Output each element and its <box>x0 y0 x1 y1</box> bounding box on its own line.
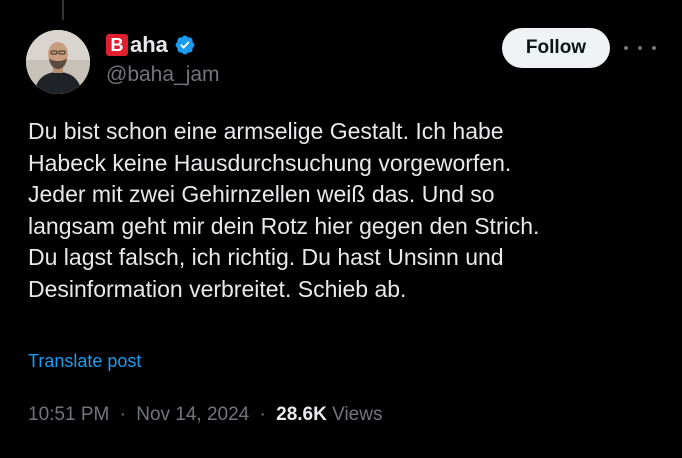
meta-separator: · <box>259 404 266 425</box>
more-dot <box>624 46 628 50</box>
more-dot <box>652 46 656 50</box>
tweet-date[interactable]: Nov 14, 2024 <box>136 404 249 425</box>
thread-connector-line <box>62 0 64 20</box>
brand-logo-letter: B <box>106 34 128 56</box>
author-name-row[interactable]: B aha <box>106 32 196 58</box>
follow-button[interactable]: Follow <box>502 28 610 68</box>
views-count[interactable]: 28.6K <box>276 404 327 425</box>
tweet-text-line: Du bist schon eine armselige Gestalt. Ic… <box>28 118 504 144</box>
tweet-text-line: langsam geht mir dein Rotz hier gegen de… <box>28 212 540 239</box>
avatar-image <box>26 30 90 94</box>
tweet-meta: 10:51 PM · Nov 14, 2024 · 28.6K Views <box>28 402 382 428</box>
tweet-text: Du bist schon eine armselige Gestalt. Ic… <box>28 116 668 305</box>
author-display-name: aha <box>130 32 168 57</box>
author-handle[interactable]: @baha_jam <box>106 62 220 88</box>
tweet-time[interactable]: 10:51 PM <box>28 404 109 425</box>
more-options-icon[interactable] <box>624 36 656 60</box>
verified-badge-icon <box>175 35 195 55</box>
tweet-text-line: Jeder mit zwei Gehirnzellen weiß das. Un… <box>28 181 495 207</box>
avatar[interactable] <box>26 30 90 94</box>
views-label: Views <box>332 404 383 425</box>
translate-post-link[interactable]: Translate post <box>28 349 141 373</box>
tweet-text-line: Du lagst falsch, ich richtig. Du hast Un… <box>28 244 504 270</box>
more-dot <box>638 46 642 50</box>
tweet-text-line: Desinformation verbreitet. Schieb ab. <box>28 275 407 302</box>
tweet-text-line: Habeck keine Hausdurchsuchung vorgeworfe… <box>28 149 512 176</box>
meta-separator: · <box>119 404 126 425</box>
